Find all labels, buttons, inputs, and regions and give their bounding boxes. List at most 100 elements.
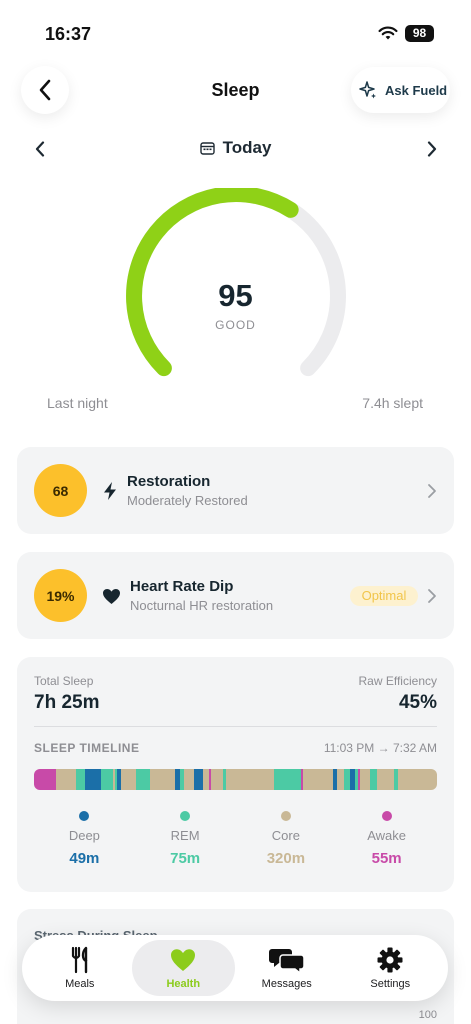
heart-rate-dip-subtitle: Nocturnal HR restoration: [130, 598, 274, 613]
timeline-segment: [113, 769, 115, 790]
status-time: 16:37: [45, 24, 92, 44]
timeline-segment: [333, 769, 337, 790]
tab-meals[interactable]: Meals: [28, 940, 132, 996]
core-value: 320m: [266, 850, 306, 867]
date-label: Today: [222, 138, 272, 157]
timeline-segment: [358, 769, 360, 790]
chevron-right-icon: [428, 484, 436, 498]
ask-fueld-button[interactable]: Ask Fueld: [351, 67, 450, 113]
tab-bar: Meals Health Messages Settings: [22, 935, 448, 1001]
timeline-segment: [223, 769, 226, 790]
timeline-segment: [194, 769, 203, 790]
sleep-stage-legend: Deep 49m REM 75m Core 320m Awake 55m: [34, 807, 437, 867]
timeline-segment: [136, 769, 150, 790]
total-sleep-label: Total Sleep: [34, 674, 94, 688]
deep-dot: [79, 811, 90, 821]
tab-settings-label: Settings: [370, 978, 411, 990]
deep-label: Deep: [68, 828, 100, 843]
timeline-segment: [274, 769, 301, 790]
sparkle-icon: [359, 81, 376, 99]
restoration-subtitle: Moderately Restored: [127, 493, 248, 508]
awake-dot: [381, 811, 392, 821]
deep-value: 49m: [69, 850, 100, 867]
timeline-segment: [150, 769, 175, 790]
timeline-segment: [56, 769, 76, 790]
calendar-icon: [199, 142, 215, 155]
rem-value: 75m: [170, 850, 201, 867]
timeline-segment: [76, 769, 85, 790]
timeline-segment: [121, 769, 136, 790]
wifi-icon: [378, 26, 398, 40]
timeline-segment: [101, 769, 113, 790]
timeline-segment: [394, 769, 398, 790]
timeline-segment: [377, 769, 394, 790]
divider: [34, 726, 437, 727]
tab-settings[interactable]: Settings: [339, 940, 443, 996]
legend-item-deep: Deep 49m: [34, 807, 135, 867]
status-badge: Optimal: [350, 586, 418, 606]
timeline-segment: [350, 769, 355, 790]
gear-icon: [377, 947, 403, 973]
timeline-segment: [398, 769, 437, 790]
heart-rate-dip-score: 19%: [34, 569, 87, 622]
timeline-segment: [303, 769, 333, 790]
heart-icon: [103, 589, 120, 604]
awake-value: 55m: [371, 850, 402, 867]
tab-messages-label: Messages: [261, 978, 312, 990]
sleep-grade: GOOD: [215, 318, 256, 332]
raw-efficiency-label: Raw Efficiency: [358, 674, 437, 688]
timeline-segment: [203, 769, 209, 790]
awake-label: Awake: [367, 828, 407, 843]
fork-knife-icon: [71, 946, 87, 974]
restoration-card[interactable]: 68 Restoration Moderately Restored: [17, 447, 454, 534]
legend-item-rem: REM 75m: [135, 807, 236, 867]
sleep-timeline-bar: [34, 769, 437, 790]
timeline-segment: [360, 769, 370, 790]
timeline-segment: [175, 769, 180, 790]
tab-health-label: Health: [166, 978, 201, 990]
heart-rate-dip-title: Heart Rate Dip: [130, 578, 234, 595]
rem-dot: [180, 811, 191, 821]
chevron-right-icon: [428, 589, 436, 603]
ask-fueld-label: Ask Fueld: [385, 82, 448, 98]
rem-label: REM: [170, 828, 200, 843]
battery-indicator: 98: [405, 25, 434, 42]
sleep-timeline-title: SLEEP TIMELINE: [34, 741, 140, 755]
next-day-button[interactable]: [420, 137, 444, 161]
timeline-segment: [301, 769, 303, 790]
timeline-segment: [370, 769, 377, 790]
total-sleep-value: 7h 25m: [34, 692, 100, 713]
timeline-segment: [180, 769, 184, 790]
timeline-segment: [337, 769, 344, 790]
chat-bubbles-icon: [268, 949, 305, 974]
timeline-segment: [85, 769, 101, 790]
legend-item-core: Core 320m: [236, 807, 337, 867]
chevron-right-icon: [427, 141, 437, 157]
tab-health[interactable]: Health: [131, 940, 235, 996]
heart-icon: [171, 949, 196, 971]
timeline-segment: [209, 769, 211, 790]
timeline-segment: [226, 769, 274, 790]
timeline-segment: [211, 769, 223, 790]
sleep-timeline-range: 11:03 PM → 7:32 AM: [323, 741, 437, 755]
timeline-segment: [34, 769, 40, 790]
raw-efficiency-value: 45%: [398, 692, 437, 713]
hours-slept-label: 7.4h slept: [362, 395, 423, 411]
timeline-segment: [355, 769, 358, 790]
sleep-summary-card: Total Sleep 7h 25m Raw Efficiency 45% SL…: [17, 657, 454, 892]
timeline-segment: [40, 769, 56, 790]
lightning-icon: [104, 482, 116, 500]
heart-rate-dip-card[interactable]: 19% Heart Rate Dip Nocturnal HR restorat…: [17, 552, 454, 639]
tab-meals-label: Meals: [65, 978, 95, 990]
date-selector[interactable]: Today: [0, 138, 471, 158]
timeline-segment: [117, 769, 121, 790]
restoration-score: 68: [34, 464, 87, 517]
timeline-segment: [344, 769, 350, 790]
restoration-title: Restoration: [127, 473, 211, 490]
stress-axis-max: 100: [418, 1009, 437, 1021]
tab-messages[interactable]: Messages: [235, 940, 339, 996]
status-bar: 16:37 98: [0, 0, 471, 60]
sleep-score: 95: [218, 278, 253, 313]
core-label: Core: [271, 828, 300, 843]
core-dot: [280, 811, 291, 821]
